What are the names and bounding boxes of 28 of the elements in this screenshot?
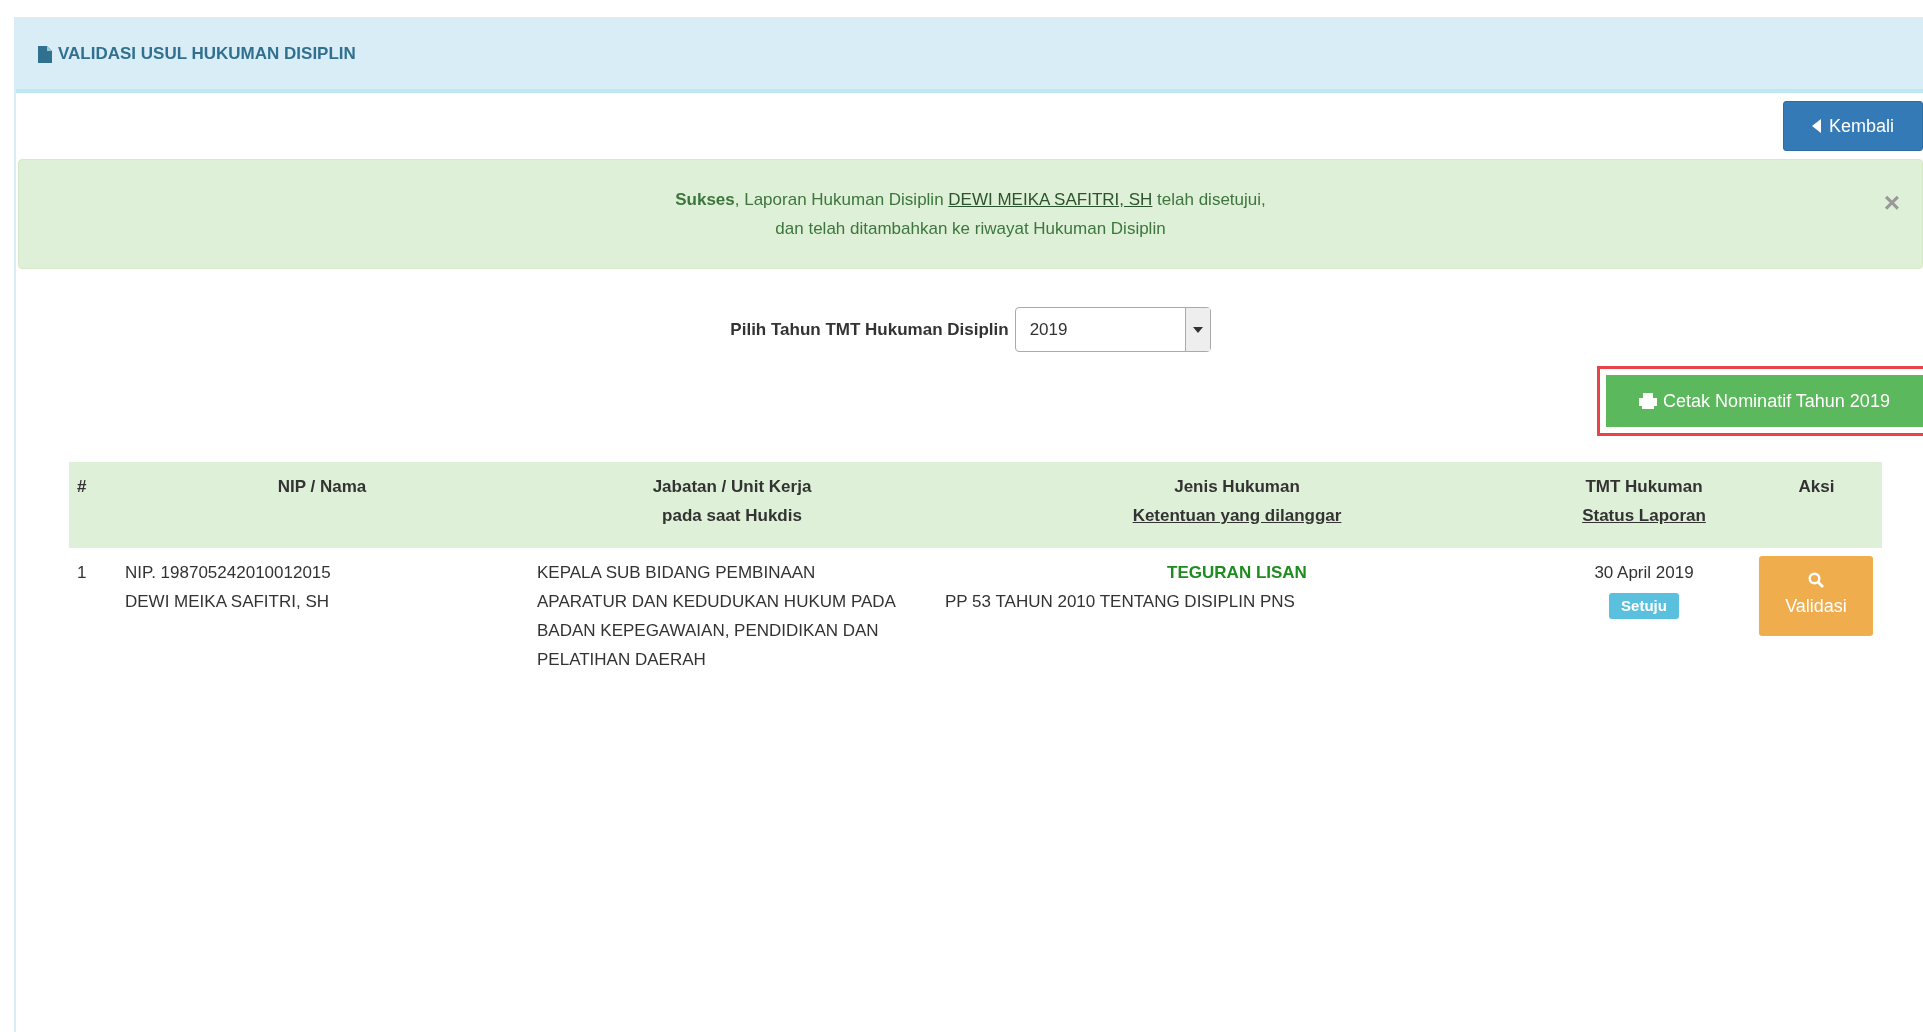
column-header: Aksi <box>1751 462 1882 548</box>
caret-down-icon <box>1192 326 1203 333</box>
document-icon <box>38 45 52 63</box>
employee-nip: NIP. 198705242010012015 <box>125 562 332 584</box>
column-header: TMT Hukuman Status Laporan <box>1537 462 1751 548</box>
caret-left-icon <box>1812 119 1821 133</box>
panel-title: VALIDASI USUL HUKUMAN DISIPLIN <box>58 44 356 64</box>
printer-icon <box>1639 393 1658 409</box>
penalty-date: 30 April 2019 <box>1593 562 1695 584</box>
year-select[interactable]: 2019 <box>1014 307 1211 352</box>
status-label: Setuju <box>1609 593 1679 619</box>
penalty-type: TEGURAN LISAN <box>1166 562 1308 584</box>
column-header: Jabatan / Unit Kerja pada saat Hukdis <box>527 462 937 548</box>
alert-message: dan telah ditambahkan ke riwayat Hukuman Disiplin <box>775 218 1166 240</box>
row-number: 1 <box>77 563 87 582</box>
alert-message: Sukses, Laporan Hukuman Disiplin DEWI MEIKA SAFITRI, SH telah disetujui, <box>675 189 1266 211</box>
column-header: Jenis Hukuman Ketentuan yang dilanggar <box>937 462 1537 548</box>
column-header: NIP / Nama <box>117 462 527 548</box>
back-button[interactable]: Kembali <box>1783 101 1923 151</box>
year-label: Pilih Tahun TMT Hukuman Disiplin <box>730 319 1009 340</box>
position-text: KEPALA SUB BIDANG PEMBINAAN APARATUR DAN KEDUDUKAN HUKUM PADA BADAN KEPEGAWAIAN, PENDIDIKAN DAN PELATIHAN DAERAH <box>537 563 895 669</box>
search-icon <box>1808 571 1824 588</box>
employee-name: DEWI MEIKA SAFITRI, SH <box>125 591 331 613</box>
name-link[interactable]: DEWI MEIKA SAFITRI, SH <box>948 190 1153 209</box>
column-header: # <box>69 462 117 548</box>
print-button[interactable]: Cetak Nominatif Tahun 2019 <box>1606 375 1923 427</box>
regulation-text: PP 53 TAHUN 2010 TENTANG DISIPLIN PNS <box>945 592 1295 611</box>
close-icon[interactable]: × <box>1883 188 1900 217</box>
